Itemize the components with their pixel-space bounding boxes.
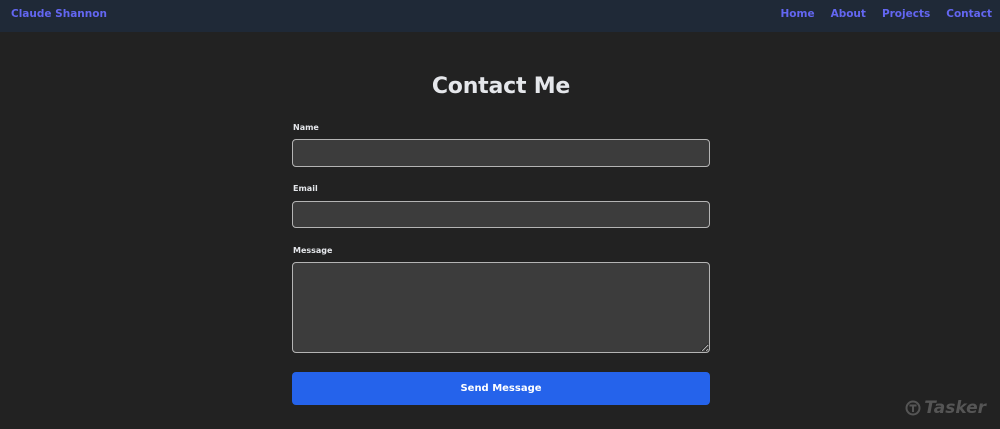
nav-link-contact[interactable]: Contact [946, 8, 992, 20]
name-input[interactable] [292, 139, 710, 167]
email-input[interactable] [292, 201, 710, 228]
email-label: Email [293, 184, 318, 193]
tasker-watermark: Tasker [905, 398, 986, 418]
navbar: Claude Shannon Home About Projects Conta… [0, 0, 1000, 32]
watermark-text: Tasker [924, 398, 986, 418]
nav-link-about[interactable]: About [831, 8, 866, 20]
message-label: Message [293, 246, 333, 255]
page-title: Contact Me [431, 74, 571, 99]
nav-links: Home About Projects Contact [781, 8, 993, 20]
send-message-button[interactable]: Send Message [292, 372, 710, 405]
tasker-logo-icon [905, 400, 921, 416]
brand-link[interactable]: Claude Shannon [11, 8, 107, 20]
name-label: Name [293, 123, 319, 132]
nav-link-home[interactable]: Home [781, 8, 815, 20]
nav-link-projects[interactable]: Projects [882, 8, 930, 20]
message-textarea[interactable] [292, 262, 710, 353]
